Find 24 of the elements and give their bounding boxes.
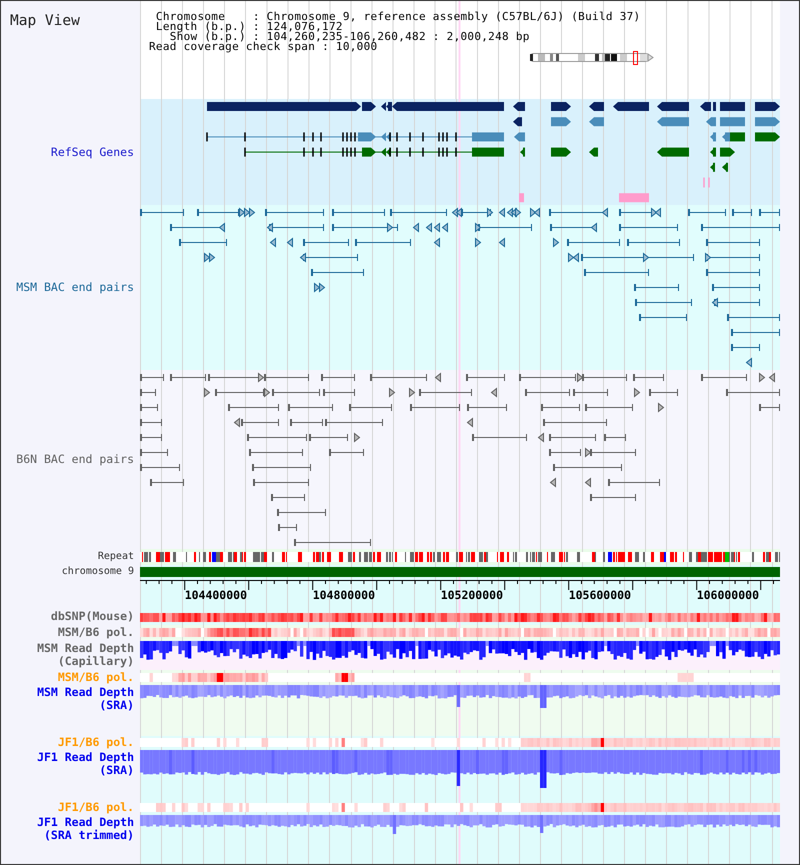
track-label: chromosome 9 xyxy=(62,566,134,578)
axis-tick-label: 105600000 xyxy=(568,588,632,602)
track-label: JF1 Read Depth (SRA trimmed) xyxy=(36,816,134,842)
track-label: JF1/B6 pol. xyxy=(58,736,134,749)
track-label: MSM/B6 pol. xyxy=(58,670,134,684)
track-label: MSM Read Depth (Capillary) xyxy=(36,642,134,668)
track-label: JF1/B6 pol. xyxy=(58,801,134,814)
axis-tick-label: 104800000 xyxy=(312,588,376,602)
axis-tick-label: 106000000 xyxy=(696,588,760,602)
region-info-line: Read coverage check span : 10,000 xyxy=(149,42,378,52)
axis-tick-label: 104400000 xyxy=(184,588,247,602)
track-label: JF1 Read Depth (SRA) xyxy=(36,751,134,777)
track-label: Repeat xyxy=(98,551,134,563)
track-label: RefSeq Genes xyxy=(50,146,134,158)
track-label: MSM BAC end pairs xyxy=(16,281,134,294)
axis-tick-label: 105200000 xyxy=(440,588,504,602)
track-label: MSM/B6 pol. xyxy=(58,626,134,638)
region-info-line: Show (b.p.) : 104,260,235-106,260,482 : 2,000,248 bp xyxy=(170,32,530,42)
track-label: B6N BAC end pairs xyxy=(16,453,134,466)
region-info-line: Length (b.p.) : 124,076,172 xyxy=(156,22,343,32)
track-label: MSM Read Depth (SRA) xyxy=(36,686,134,712)
page-title: Map View xyxy=(10,13,80,29)
track-label: dbSNP(Mouse) xyxy=(50,610,134,622)
region-info-line: Chromosome : Chromosome 9, reference assembly (C57BL/6J) (Build 37) xyxy=(156,12,640,22)
